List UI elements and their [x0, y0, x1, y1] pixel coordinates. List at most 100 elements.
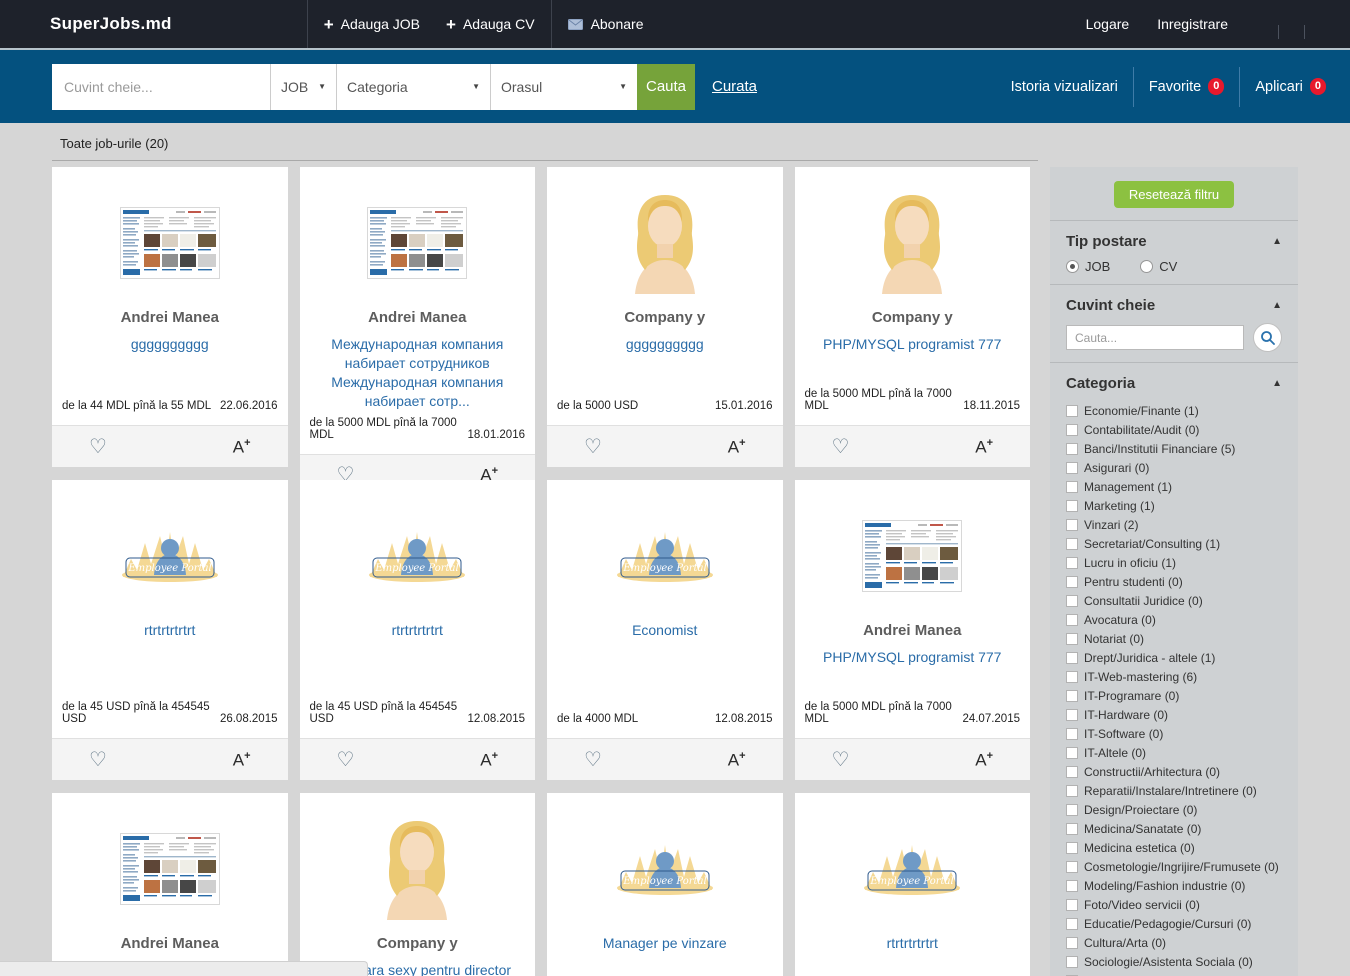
checkbox-icon[interactable]: [1066, 937, 1078, 949]
category-filter-item[interactable]: Contabilitate/Audit (0): [1066, 420, 1282, 439]
checkbox-icon[interactable]: [1066, 956, 1078, 968]
checkbox-icon[interactable]: [1066, 538, 1078, 550]
category-filter-item[interactable]: Sociologie/Asistenta Sociala (0): [1066, 952, 1282, 971]
card-title-link[interactable]: PHP/MYSQL programist 777: [795, 648, 1031, 667]
checkbox-icon[interactable]: [1066, 842, 1078, 854]
card-title-link[interactable]: Manager pe vinzare: [547, 934, 783, 953]
search-button[interactable]: Cauta: [637, 64, 695, 110]
apply-icon[interactable]: A+: [728, 438, 746, 456]
add-job-button[interactable]: + Adauga JOB: [324, 16, 420, 33]
checkbox-icon[interactable]: [1066, 481, 1078, 493]
sidebar-keyword-input[interactable]: [1066, 325, 1244, 350]
category-filter-item[interactable]: Medicina/Sanatate (0): [1066, 819, 1282, 838]
category-filter-item[interactable]: Medicina estetica (0): [1066, 838, 1282, 857]
checkbox-icon[interactable]: [1066, 614, 1078, 626]
category-filter-item[interactable]: Modeling/Fashion industrie (0): [1066, 876, 1282, 895]
category-filter-item[interactable]: Vinzari (2): [1066, 515, 1282, 534]
category-filter-item[interactable]: Educatie/Pedagogie/Cursuri (0): [1066, 914, 1282, 933]
job-card[interactable]: Employee Portal Company y PHP/MYSQL prog…: [795, 167, 1031, 467]
apply-icon[interactable]: A+: [728, 751, 746, 769]
category-filter-item[interactable]: Cosmetologie/Ingrijire/Frumusete (0): [1066, 857, 1282, 876]
collapse-arrow-icon[interactable]: ▲: [1272, 378, 1282, 389]
clear-search-link[interactable]: Curata: [712, 78, 757, 95]
favorite-heart-icon[interactable]: ♡: [832, 750, 850, 770]
job-card[interactable]: Employee Portal Andrei Manea Международн…: [300, 167, 536, 467]
category-filter-item[interactable]: Consultatii Juridice (0): [1066, 591, 1282, 610]
checkbox-icon[interactable]: [1066, 424, 1078, 436]
radio-icon[interactable]: [1066, 260, 1079, 273]
card-title-link[interactable]: Международная компания набирает сотрудни…: [300, 335, 536, 411]
job-card[interactable]: Employee Portal Andrei Manea gggggggggg …: [52, 167, 288, 467]
category-select[interactable]: Categoria ▼: [336, 64, 490, 110]
category-filter-item[interactable]: Banci/Institutii Financiare (5): [1066, 439, 1282, 458]
post-type-section-header[interactable]: Tip postare ▲: [1066, 233, 1282, 250]
job-card[interactable]: Employee Portal rtrtrtrtrtrt de la 45 US…: [300, 480, 536, 780]
checkbox-icon[interactable]: [1066, 804, 1078, 816]
favorite-heart-icon[interactable]: ♡: [337, 750, 355, 770]
checkbox-icon[interactable]: [1066, 709, 1078, 721]
checkbox-icon[interactable]: [1066, 519, 1078, 531]
checkbox-icon[interactable]: [1066, 443, 1078, 455]
category-filter-item[interactable]: Economie/Finante (1): [1066, 401, 1282, 420]
checkbox-icon[interactable]: [1066, 405, 1078, 417]
job-card[interactable]: Employee Portal rtrtrtrtrtrt ♡ A+: [795, 793, 1031, 976]
category-filter-item[interactable]: Avocatura (0): [1066, 610, 1282, 629]
category-filter-item[interactable]: Secretariat/Consulting (1): [1066, 534, 1282, 553]
category-filter-item[interactable]: Reparatii/Instalare/Intretinere (0): [1066, 781, 1282, 800]
keyword-search-input[interactable]: [52, 64, 270, 110]
category-filter-item[interactable]: Notariat (0): [1066, 629, 1282, 648]
category-filter-item[interactable]: Psihologie (0): [1066, 971, 1282, 976]
category-filter-item[interactable]: IT-Programare (0): [1066, 686, 1282, 705]
checkbox-icon[interactable]: [1066, 880, 1078, 892]
site-logo[interactable]: SuperJobs.md: [50, 14, 172, 34]
category-filter-item[interactable]: Management (1): [1066, 477, 1282, 496]
post-type-radio-option[interactable]: CV: [1140, 259, 1177, 274]
collapse-arrow-icon[interactable]: ▲: [1272, 300, 1282, 311]
favorites-link[interactable]: Favorite 0: [1149, 78, 1225, 95]
category-filter-item[interactable]: IT-Software (0): [1066, 724, 1282, 743]
keyword-section-header[interactable]: Cuvint cheie ▲: [1066, 297, 1282, 314]
card-title-link[interactable]: rtrtrtrtrtrt: [300, 621, 536, 640]
post-type-radio-option[interactable]: JOB: [1066, 259, 1110, 274]
checkbox-icon[interactable]: [1066, 918, 1078, 930]
post-type-select[interactable]: JOB ▼: [270, 64, 336, 110]
checkbox-icon[interactable]: [1066, 576, 1078, 588]
favorite-heart-icon[interactable]: ♡: [584, 437, 602, 457]
checkbox-icon[interactable]: [1066, 690, 1078, 702]
job-card[interactable]: Employee Portal Andrei Manea PHP/MYSQL p…: [52, 793, 288, 976]
card-title-link[interactable]: gggggggggg: [547, 335, 783, 354]
sidebar-search-button[interactable]: [1253, 323, 1282, 352]
checkbox-icon[interactable]: [1066, 861, 1078, 873]
card-title-link[interactable]: PHP/MYSQL programist 777: [795, 335, 1031, 354]
favorite-heart-icon[interactable]: ♡: [89, 437, 107, 457]
checkbox-icon[interactable]: [1066, 652, 1078, 664]
add-cv-button[interactable]: + Adauga CV: [446, 16, 535, 33]
card-title-link[interactable]: rtrtrtrtrtrt: [795, 934, 1031, 953]
category-filter-item[interactable]: IT-Altele (0): [1066, 743, 1282, 762]
category-filter-item[interactable]: Lucru in oficiu (1): [1066, 553, 1282, 572]
reset-filter-button[interactable]: Resetează filtru: [1114, 181, 1234, 208]
favorite-heart-icon[interactable]: ♡: [584, 750, 602, 770]
radio-icon[interactable]: [1140, 260, 1153, 273]
checkbox-icon[interactable]: [1066, 728, 1078, 740]
category-filter-item[interactable]: Design/Proiectare (0): [1066, 800, 1282, 819]
category-filter-item[interactable]: Marketing (1): [1066, 496, 1282, 515]
apply-icon[interactable]: A+: [480, 751, 498, 769]
job-card[interactable]: Employee Portal Andrei Manea PHP/MYSQL p…: [795, 480, 1031, 780]
job-card[interactable]: Employee Portal Company y gggggggggg de …: [547, 167, 783, 467]
category-filter-item[interactable]: Foto/Video servicii (0): [1066, 895, 1282, 914]
category-filter-item[interactable]: Pentru studenti (0): [1066, 572, 1282, 591]
checkbox-icon[interactable]: [1066, 899, 1078, 911]
checkbox-icon[interactable]: [1066, 747, 1078, 759]
category-filter-item[interactable]: Drept/Juridica - altele (1): [1066, 648, 1282, 667]
applications-link[interactable]: Aplicari 0: [1255, 78, 1326, 95]
checkbox-icon[interactable]: [1066, 766, 1078, 778]
checkbox-icon[interactable]: [1066, 557, 1078, 569]
checkbox-icon[interactable]: [1066, 823, 1078, 835]
collapse-arrow-icon[interactable]: ▲: [1272, 236, 1282, 247]
job-card[interactable]: Employee Portal Economist de la 4000 MDL…: [547, 480, 783, 780]
apply-icon[interactable]: A+: [975, 751, 993, 769]
apply-icon[interactable]: A+: [975, 438, 993, 456]
apply-icon[interactable]: A+: [233, 438, 251, 456]
category-section-header[interactable]: Categoria ▲: [1066, 375, 1282, 392]
